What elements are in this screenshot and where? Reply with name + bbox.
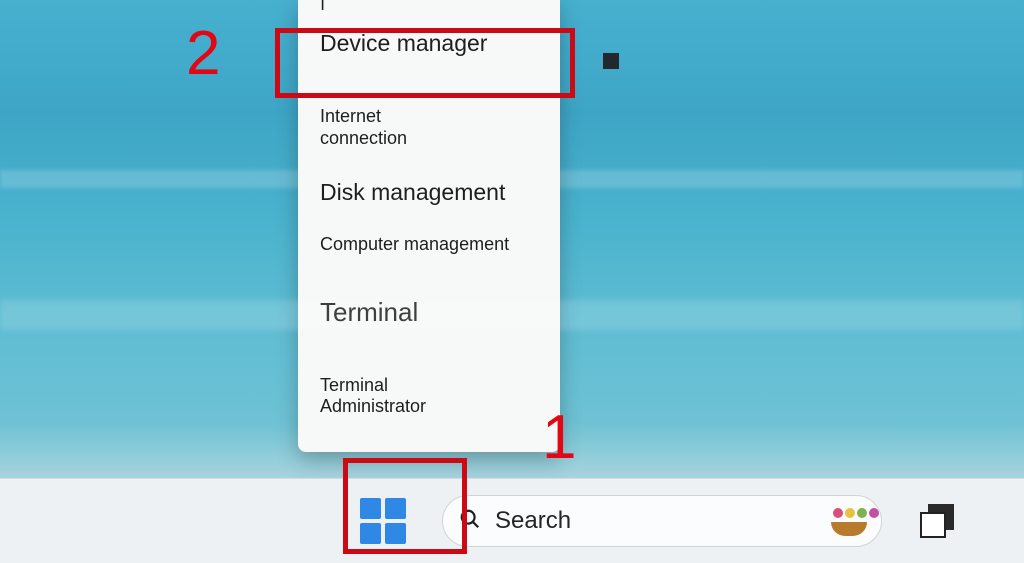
desktop-wallpaper: | Device manager Internet connection Dis… [0, 0, 1024, 563]
artifact-square-top [603, 53, 619, 69]
menu-item-label: Terminal Administrator [320, 375, 426, 416]
menu-item-terminal[interactable]: Terminal [298, 269, 560, 340]
annotation-box-2 [275, 28, 575, 98]
flowers-bowl-icon [827, 506, 871, 536]
menu-item-label: Disk management [320, 179, 505, 205]
menu-item-computer-management[interactable]: Computer management [298, 220, 560, 269]
taskbar-search[interactable]: Search [442, 495, 882, 547]
annotation-box-1 [343, 458, 467, 554]
menu-truncated-top: | [320, 0, 325, 10]
task-view-button[interactable] [920, 504, 954, 538]
task-view-icon [920, 512, 946, 538]
menu-item-disk-management[interactable]: Disk management [298, 163, 560, 220]
menu-item-terminal-administrator[interactable]: Terminal Administrator [298, 340, 560, 432]
menu-item-label: Computer management [320, 234, 509, 254]
menu-item-label: Terminal [320, 297, 418, 327]
menu-item-label: Internet connection [320, 106, 407, 147]
annotation-number-1: 1 [542, 402, 576, 473]
taskbar: Search [0, 478, 1024, 563]
annotation-number-2: 2 [186, 18, 220, 89]
search-placeholder: Search [495, 507, 827, 535]
